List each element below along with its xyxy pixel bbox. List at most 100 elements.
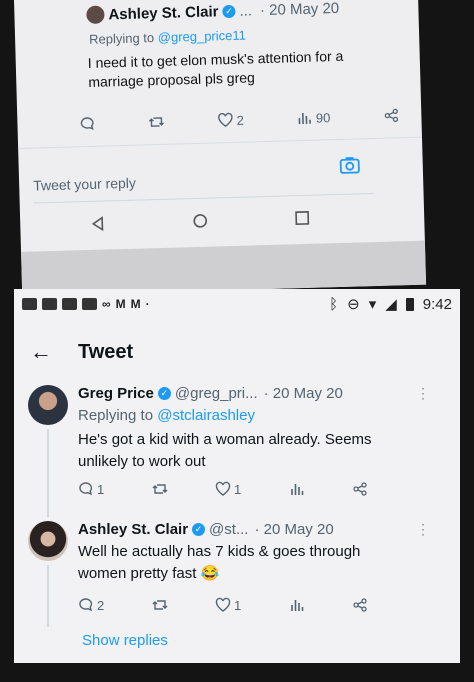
tweet-date: · 20 May 20 [263,385,343,402]
tweet-text: Well he actually has 7 kids & goes throu… [78,543,361,582]
share-icon [352,597,368,613]
tweet-actions: 2 90 [79,107,399,132]
verified-icon: ✓ [222,4,236,18]
verified-icon: ✓ [157,387,171,400]
page-title: Tweet [78,340,134,363]
tweet-item[interactable]: Ashley St. Clair ✓ @st... · 20 May 20 ⋮ … [28,521,450,621]
android-nav-bar [90,210,311,237]
gray-band [21,240,427,296]
page-header: ← Tweet [30,339,133,365]
replying-prefix: Replying to [88,30,155,47]
author-handle: @greg_pri... [174,385,258,402]
tweet-actions: 1 1 [78,481,368,497]
thread-connector [47,565,49,627]
reply-button[interactable]: 2 [78,597,104,613]
author-handle: @st... [209,521,249,538]
avatar[interactable] [28,385,68,425]
notification-icons: ∞ M M · [22,297,150,311]
views-icon [289,597,305,613]
tweet-screen: ∞ M M · ᛒ ⊖ ▾ ◢ 9:42 ← Tweet Greg Price … [14,289,460,663]
tweet-text: He's got a kid with a woman already. See… [78,431,372,470]
back-arrow-icon[interactable]: ← [30,339,52,365]
thread-connector [47,429,49,517]
wifi-icon: ▾ [368,296,377,313]
tweet-item[interactable]: Greg Price ✓ @greg_pri... · 20 May 20 ⋮ … [28,385,450,505]
replying-to: Replying to @greg_price11 [89,28,246,47]
author-handle: ... [239,1,253,20]
system-icons: ᛒ ⊖ ▾ ◢ 9:42 [329,295,452,314]
retweet-icon [148,114,165,130]
camera-icon[interactable] [338,154,361,177]
views-button[interactable] [289,597,305,613]
share-button[interactable] [352,481,368,497]
retweet-button[interactable] [152,481,168,497]
tweet-date: · 20 May 20 [259,0,340,19]
dnd-icon: ⊖ [347,296,360,313]
replying-handle-link[interactable]: @stclairashley [157,407,255,424]
status-bar: ∞ M M · ᛒ ⊖ ▾ ◢ 9:42 [22,293,452,315]
retweet-icon [152,597,168,613]
nav-recents-icon[interactable] [294,210,311,231]
gmail-icon: M [130,297,141,311]
youtube-icon [22,298,37,310]
retweet-button[interactable] [148,114,165,130]
replying-prefix: Replying to [78,407,154,424]
more-options-icon[interactable]: ⋮ [416,385,430,402]
reply-icon [79,116,95,132]
bluetooth-icon: ᛒ [329,295,339,313]
share-button[interactable] [352,597,368,613]
like-button[interactable]: 1 [215,597,241,613]
heart-icon [217,112,233,128]
reply-count: 2 [97,597,105,613]
gmail-icon: M [115,297,126,311]
show-replies-link[interactable]: Show replies [82,632,168,649]
voicemail-icon: ∞ [102,297,111,311]
reply-input[interactable]: Tweet your reply [32,166,374,204]
tweet-date: · 20 May 20 [254,521,334,538]
previous-screen: Ashley St. Clair ✓ ... · 20 May 20 Reply… [14,0,427,296]
like-button[interactable]: 1 [215,481,241,497]
youtube-icon [62,298,77,310]
reply-count: 1 [97,481,105,497]
heart-icon [215,597,231,613]
share-button[interactable] [383,107,399,123]
upper-tweet-header: Ashley St. Clair ✓ ... · 20 May 20 [86,0,339,24]
reply-icon [78,481,94,497]
retweet-icon [152,481,168,497]
dot-icon: · [145,297,150,311]
youtube-icon [42,298,57,310]
reply-button[interactable]: 1 [78,481,104,497]
nav-back-icon[interactable] [90,216,107,237]
share-icon [383,107,399,123]
avatar[interactable] [86,5,105,24]
signal-icon: ◢ [385,296,397,313]
views-count: 90 [315,109,331,126]
clock: 9:42 [422,295,452,313]
nav-home-icon[interactable] [192,213,209,234]
like-count: 1 [233,481,242,497]
like-count: 1 [233,597,242,613]
share-icon [352,481,368,497]
author-name[interactable]: Greg Price [78,385,154,402]
views-icon [297,110,313,126]
avatar[interactable] [28,521,68,561]
retweet-button[interactable] [152,597,168,613]
reply-icon [78,597,94,613]
like-button[interactable]: 2 [217,112,244,129]
tweet-actions: 2 1 [78,597,368,613]
author-name[interactable]: Ashley St. Clair [108,3,218,23]
reply-button[interactable] [79,116,95,132]
views-button[interactable] [289,481,305,497]
views-button[interactable]: 90 [297,109,331,126]
tweet-header: Greg Price ✓ @greg_pri... · 20 May 20 [78,385,343,402]
heart-icon [215,481,231,497]
more-options-icon[interactable]: ⋮ [416,521,430,538]
youtube-icon [82,298,97,310]
replying-handle-link[interactable]: @greg_price11 [158,28,247,45]
verified-icon: ✓ [192,523,206,536]
tweet-text: I need it to get elon musk's attention f… [87,47,344,90]
views-icon [289,481,305,497]
divider [18,136,423,149]
like-count: 2 [236,112,244,128]
author-name[interactable]: Ashley St. Clair [78,521,188,538]
